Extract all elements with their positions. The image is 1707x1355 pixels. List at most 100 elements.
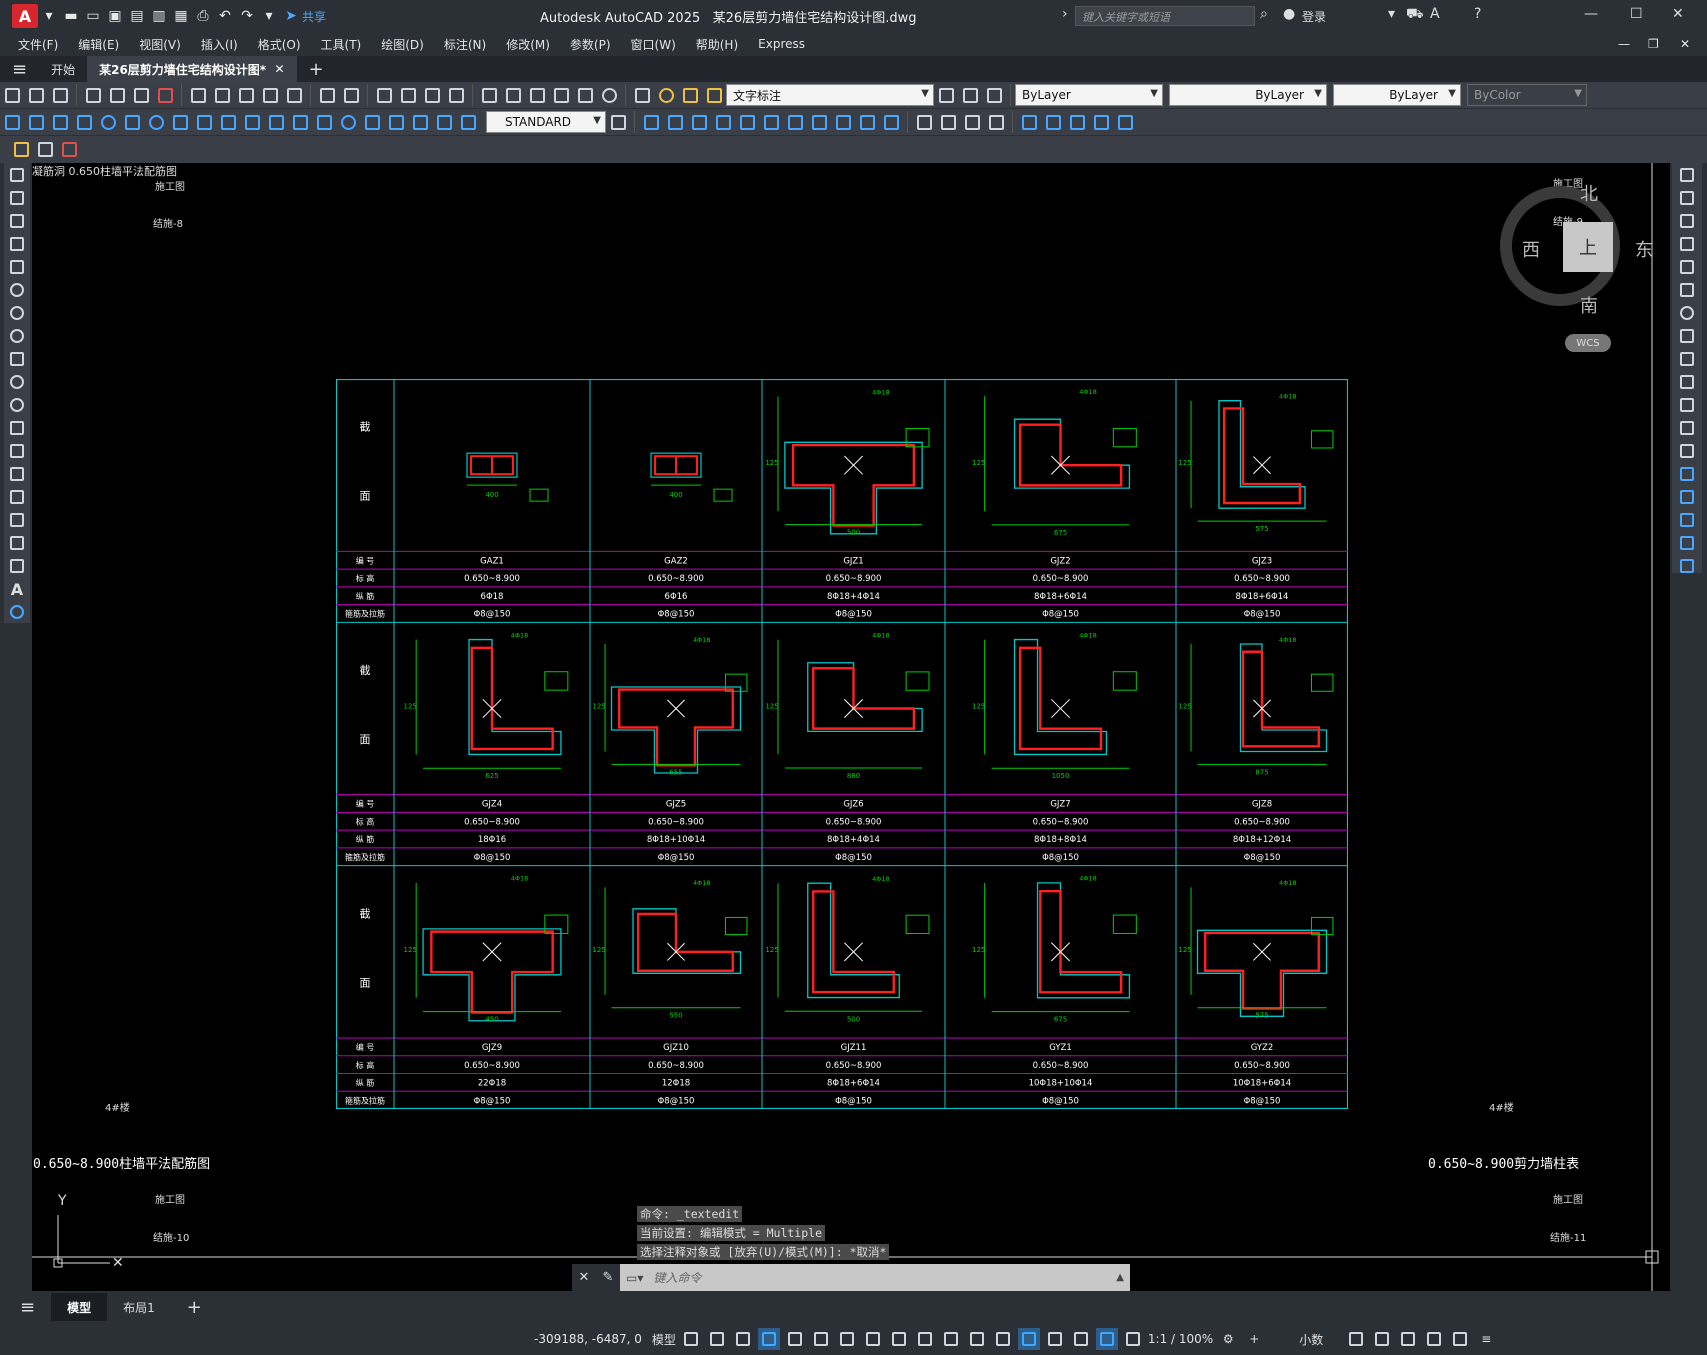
add-selected-icon[interactable] (6, 601, 28, 623)
extend-icon[interactable] (1676, 394, 1698, 416)
menu-tools[interactable]: 工具(T) (311, 36, 372, 53)
lineweight-dropdown[interactable]: ByLayer ▼ (1333, 84, 1461, 106)
linetype-dropdown[interactable]: ByLayer ▼ (1169, 84, 1327, 106)
units-dropdown[interactable]: 小数 (1281, 1328, 1341, 1350)
login-link[interactable]: 登录 (1302, 8, 1326, 25)
menu-modify[interactable]: 修改(M) (496, 36, 560, 53)
color-dropdown[interactable]: ByLayer ▼ (1015, 84, 1163, 106)
inspection-icon[interactable] (361, 111, 383, 133)
login-dropdown-icon[interactable]: ▾ (1388, 6, 1395, 22)
layer-freeze-icon[interactable] (679, 84, 701, 106)
copy-icon[interactable] (211, 84, 233, 106)
dimension-break-icon[interactable] (289, 111, 311, 133)
zoom-realtime-icon[interactable] (397, 84, 419, 106)
quick-properties-icon[interactable] (1345, 1328, 1367, 1350)
infer-constraints-icon[interactable] (732, 1328, 754, 1350)
center-mark-icon[interactable] (337, 111, 359, 133)
jogged-dimension-icon[interactable] (121, 111, 143, 133)
move-icon[interactable] (1676, 279, 1698, 301)
tab-model[interactable]: 模型 (51, 1293, 108, 1321)
make-block-icon[interactable] (6, 440, 28, 462)
selection-cycling-icon[interactable] (966, 1328, 988, 1350)
rectangle-icon[interactable] (6, 256, 28, 278)
attribute-edit-icon[interactable] (34, 139, 56, 161)
layer-lock-icon[interactable] (703, 84, 725, 106)
clean-screen-icon[interactable] (1449, 1328, 1471, 1350)
new-file-icon[interactable]: ▬ (60, 6, 82, 26)
print-preview-icon[interactable] (106, 84, 128, 106)
polyline-icon[interactable] (6, 210, 28, 232)
menu-insert[interactable]: 插入(I) (191, 36, 248, 53)
zoom-previous-icon[interactable] (445, 84, 467, 106)
tolerance-icon[interactable] (313, 111, 335, 133)
rotate-3d-icon[interactable] (1042, 111, 1064, 133)
calculator-icon[interactable] (574, 84, 596, 106)
undo-tool-icon[interactable] (316, 84, 338, 106)
doc-close-icon[interactable]: ✕ (1680, 37, 1690, 51)
plotstyle-dropdown[interactable]: ByColor ▼ (1467, 84, 1587, 106)
autodesk-app-icon[interactable]: A (1430, 6, 1440, 22)
visual-style-icon[interactable] (913, 111, 935, 133)
table-icon[interactable] (6, 555, 28, 577)
ordinate-dimension-icon[interactable] (73, 111, 95, 133)
dynamic-input-icon[interactable] (757, 1328, 780, 1350)
angular-dimension-icon[interactable] (169, 111, 191, 133)
copy-object-icon[interactable] (1676, 187, 1698, 209)
autocad-logo-icon[interactable]: A (12, 4, 38, 28)
subtract-icon[interactable] (832, 111, 854, 133)
search-icon[interactable]: ⌕ (1260, 6, 1268, 22)
quick-dimension-icon[interactable] (193, 111, 215, 133)
break-icon[interactable] (1676, 440, 1698, 462)
mirror-icon[interactable] (1676, 210, 1698, 232)
command-input[interactable]: 键入命令 (653, 1269, 701, 1286)
region-icon[interactable] (6, 532, 28, 554)
construction-line-icon[interactable] (6, 187, 28, 209)
save-as-icon[interactable]: ▤ (126, 6, 148, 26)
save-web-icon[interactable]: ▦ (170, 6, 192, 26)
selection-filter-icon[interactable] (1044, 1328, 1066, 1350)
doc-restore-icon[interactable]: ❐ (1648, 37, 1659, 51)
lineweight-icon[interactable] (914, 1328, 936, 1350)
qnew-icon[interactable] (1, 84, 23, 106)
gizmo-icon[interactable] (1070, 1328, 1092, 1350)
loft-icon[interactable] (784, 111, 806, 133)
make-current-layer-icon[interactable] (935, 84, 957, 106)
polygon-icon[interactable] (6, 233, 28, 255)
arc-length-icon[interactable] (49, 111, 71, 133)
multiline-text-icon[interactable]: A (6, 578, 28, 600)
text-style-dropdown[interactable]: STANDARD ▼ (486, 111, 606, 133)
maximize-icon[interactable]: ☐ (1630, 6, 1643, 22)
auto-scale-icon[interactable] (1122, 1328, 1144, 1350)
customize-qat-icon[interactable]: ▾ (258, 6, 280, 26)
open-web-icon[interactable]: ▥ (148, 6, 170, 26)
help-tool-icon[interactable] (598, 84, 620, 106)
box-icon[interactable] (640, 111, 662, 133)
isodraft-icon[interactable] (836, 1328, 858, 1350)
design-center-icon[interactable] (502, 84, 524, 106)
new-tab-plus-icon[interactable]: + (297, 56, 336, 82)
close-tab-icon[interactable]: ✕ (274, 62, 284, 76)
erase-icon[interactable] (1676, 164, 1698, 186)
layer-on-bulb-icon[interactable] (655, 84, 677, 106)
close-icon[interactable]: ✕ (1672, 6, 1684, 22)
union-icon[interactable] (808, 111, 830, 133)
line-tool-icon[interactable] (6, 164, 28, 186)
wcs-menu[interactable]: WCS (1565, 334, 1611, 352)
zoom-window-icon[interactable] (421, 84, 443, 106)
save-icon[interactable]: ▣ (104, 6, 126, 26)
align-3d-icon[interactable] (1066, 111, 1088, 133)
redo-tool-icon[interactable] (340, 84, 362, 106)
spline-icon[interactable] (6, 348, 28, 370)
annotation-monitor-icon[interactable]: + (1243, 1328, 1265, 1350)
viewcube-west[interactable]: 西 (1522, 236, 1540, 262)
cart-icon[interactable]: ⛟ (1406, 6, 1424, 24)
layer-properties-icon[interactable] (631, 84, 653, 106)
grid-icon[interactable] (680, 1328, 702, 1350)
array-icon[interactable] (1676, 256, 1698, 278)
mirror-3d-icon[interactable] (1090, 111, 1112, 133)
block-editor-icon[interactable] (283, 84, 305, 106)
wedge-icon[interactable] (664, 111, 686, 133)
ellipse-arc-icon[interactable] (6, 394, 28, 416)
open-icon[interactable] (25, 84, 47, 106)
text-find-icon[interactable] (58, 139, 80, 161)
